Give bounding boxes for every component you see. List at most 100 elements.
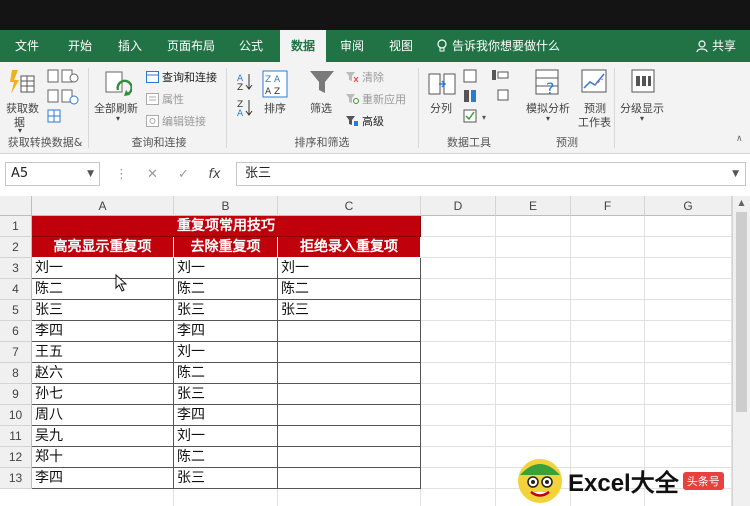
column-header-b[interactable]: B bbox=[174, 196, 278, 216]
tab-file[interactable]: 文件 bbox=[4, 30, 50, 62]
column-header-a[interactable]: A bbox=[32, 196, 174, 216]
column-header-f[interactable]: F bbox=[571, 196, 645, 216]
data-cell[interactable]: 陈二 bbox=[174, 447, 278, 468]
data-cell[interactable] bbox=[278, 468, 421, 489]
data-source-icons[interactable] bbox=[46, 68, 82, 124]
data-cell[interactable]: 吴九 bbox=[32, 426, 174, 447]
sort-button[interactable]: 排序 bbox=[264, 100, 286, 116]
tab-view[interactable]: 视图 bbox=[380, 30, 422, 62]
data-cell[interactable]: 陈二 bbox=[32, 279, 174, 300]
tab-formulas[interactable]: 公式 bbox=[228, 30, 274, 62]
row-header-2[interactable]: 2 bbox=[0, 237, 32, 258]
row-header-3[interactable]: 3 bbox=[0, 258, 32, 279]
row-header-9[interactable]: 9 bbox=[0, 384, 32, 405]
reapply-icon bbox=[346, 94, 359, 104]
tell-me-box[interactable]: 告诉我你想要做什么 bbox=[436, 30, 566, 62]
data-cell[interactable]: 李四 bbox=[174, 405, 278, 426]
data-cell[interactable] bbox=[278, 426, 421, 447]
enter-icon[interactable]: ✓ bbox=[168, 167, 199, 182]
sort-az-icons[interactable]: AZ ZA bbox=[236, 70, 254, 126]
data-cell[interactable] bbox=[278, 363, 421, 384]
column-header-d[interactable]: D bbox=[421, 196, 496, 216]
row-header-1[interactable]: 1 bbox=[0, 216, 32, 237]
refresh-dropdown-icon[interactable]: ▾ bbox=[116, 114, 120, 123]
data-cell[interactable] bbox=[278, 384, 421, 405]
text-to-columns-button[interactable]: 分列 bbox=[430, 100, 452, 116]
tab-insert[interactable]: 插入 bbox=[108, 30, 152, 62]
row-header-10[interactable]: 10 bbox=[0, 405, 32, 426]
forecast-sheet-label2: 工作表 bbox=[578, 116, 611, 129]
data-cell[interactable] bbox=[278, 447, 421, 468]
tab-home[interactable]: 开始 bbox=[56, 30, 104, 62]
edit-links-button[interactable]: 编辑链接 bbox=[146, 113, 206, 129]
data-cell[interactable]: 张三 bbox=[174, 384, 278, 405]
data-cell[interactable]: 刘一 bbox=[278, 258, 421, 279]
column-header-e[interactable]: E bbox=[496, 196, 571, 216]
scroll-up-icon[interactable]: ▲ bbox=[733, 198, 750, 207]
data-cell[interactable]: 张三 bbox=[278, 300, 421, 321]
column-header-g[interactable]: G bbox=[645, 196, 732, 216]
data-cell[interactable]: 孙七 bbox=[32, 384, 174, 405]
row-header-11[interactable]: 11 bbox=[0, 426, 32, 447]
name-box[interactable]: A5 ▼ bbox=[5, 162, 100, 186]
row-header-4[interactable]: 4 bbox=[0, 279, 32, 300]
data-cell[interactable]: 陈二 bbox=[174, 363, 278, 384]
insert-function-button[interactable]: fx bbox=[199, 167, 230, 182]
properties-button[interactable]: 属性 bbox=[146, 91, 184, 107]
row-header-5[interactable]: 5 bbox=[0, 300, 32, 321]
row-header-12[interactable]: 12 bbox=[0, 447, 32, 468]
column-header-c[interactable]: C bbox=[278, 196, 421, 216]
row-header-13[interactable]: 13 bbox=[0, 468, 32, 489]
tab-data[interactable]: 数据 bbox=[280, 30, 326, 62]
data-cell[interactable]: 李四 bbox=[32, 468, 174, 489]
data-cell[interactable]: 刘一 bbox=[174, 258, 278, 279]
data-cell[interactable] bbox=[278, 405, 421, 426]
what-if-dropdown-icon[interactable]: ▾ bbox=[546, 114, 550, 123]
advanced-filter-button[interactable]: 高级 bbox=[345, 113, 384, 129]
data-cell[interactable]: 陈二 bbox=[278, 279, 421, 300]
data-cell[interactable]: 王五 bbox=[32, 342, 174, 363]
cancel-icon[interactable]: ✕ bbox=[137, 167, 168, 182]
data-cell[interactable]: 刘一 bbox=[174, 426, 278, 447]
link-icon bbox=[146, 115, 159, 127]
data-cell[interactable]: 赵六 bbox=[32, 363, 174, 384]
data-cell[interactable]: 陈二 bbox=[174, 279, 278, 300]
more-icon[interactable]: ⋮ bbox=[106, 167, 137, 182]
collapse-ribbon-icon[interactable]: ∧ bbox=[736, 134, 743, 144]
svg-text:A Z: A Z bbox=[265, 87, 280, 97]
chevron-down-icon[interactable]: ▼ bbox=[87, 163, 94, 185]
expand-formula-icon[interactable]: ▼ bbox=[732, 163, 739, 185]
data-cell[interactable]: 刘一 bbox=[174, 342, 278, 363]
select-all-corner[interactable] bbox=[0, 196, 32, 216]
data-cell[interactable]: 张三 bbox=[32, 300, 174, 321]
row-header-6[interactable]: 6 bbox=[0, 321, 32, 342]
reapply-button[interactable]: 重新应用 bbox=[345, 91, 406, 107]
filter-button[interactable]: 筛选 bbox=[310, 100, 332, 116]
tab-review[interactable]: 审阅 bbox=[330, 30, 374, 62]
data-cell[interactable] bbox=[278, 342, 421, 363]
data-cell[interactable] bbox=[278, 321, 421, 342]
data-cell[interactable]: 刘一 bbox=[32, 258, 174, 279]
header-cell[interactable]: 拒绝录入重复项 bbox=[278, 237, 421, 258]
data-cell[interactable]: 李四 bbox=[174, 321, 278, 342]
data-tools-icons[interactable]: ▾ bbox=[462, 68, 516, 128]
outline-dropdown-icon[interactable]: ▾ bbox=[640, 114, 644, 123]
data-cell[interactable]: 郑十 bbox=[32, 447, 174, 468]
data-cell[interactable]: 周八 bbox=[32, 405, 174, 426]
queries-connections-button[interactable]: 查询和连接 bbox=[146, 69, 217, 85]
ribbon-data: 获取数 据 ▾ 全部刷新 ▾ 查询和连接 属性 编辑链接 AZ ZA Z A A… bbox=[0, 62, 750, 154]
header-cell[interactable]: 高亮显示重复项 bbox=[32, 237, 174, 258]
share-button[interactable]: 共享 bbox=[696, 30, 748, 62]
data-cell[interactable]: 张三 bbox=[174, 468, 278, 489]
clear-label: 清除 bbox=[362, 71, 384, 84]
formula-input[interactable]: 张三 ▼ bbox=[236, 162, 746, 186]
title-cell[interactable]: 重复项常用技巧 bbox=[32, 216, 421, 237]
tab-page-layout[interactable]: 页面布局 bbox=[158, 30, 224, 62]
header-cell[interactable]: 去除重复项 bbox=[174, 237, 278, 258]
clear-button[interactable]: 清除 bbox=[345, 69, 384, 85]
row-header-8[interactable]: 8 bbox=[0, 363, 32, 384]
data-cell[interactable]: 李四 bbox=[32, 321, 174, 342]
row-header-7[interactable]: 7 bbox=[0, 342, 32, 363]
scroll-thumb[interactable] bbox=[736, 212, 747, 412]
data-cell[interactable]: 张三 bbox=[174, 300, 278, 321]
